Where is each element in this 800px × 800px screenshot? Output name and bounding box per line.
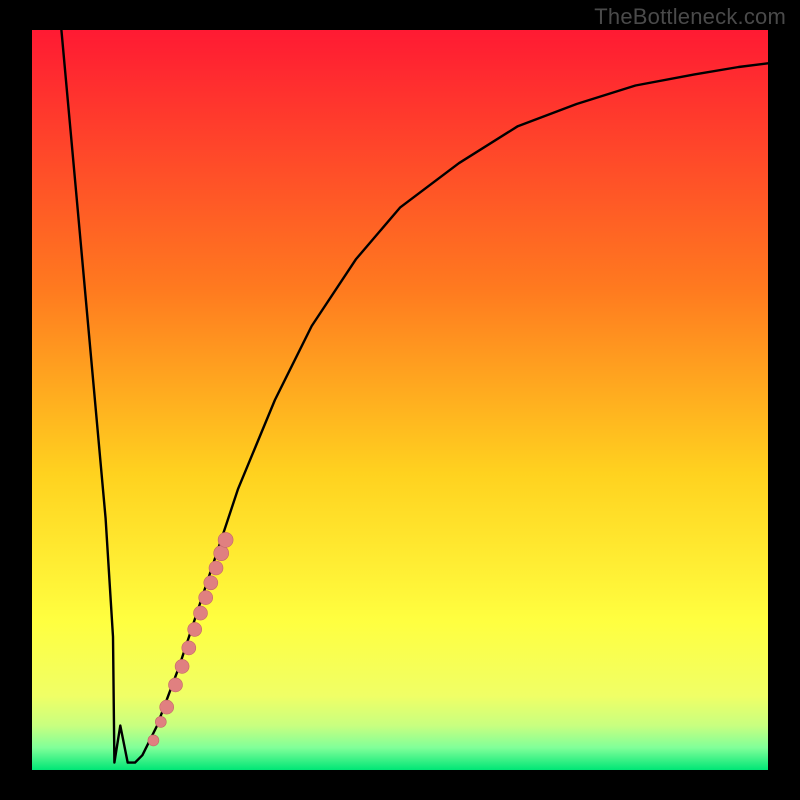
data-dot xyxy=(209,561,223,575)
watermark-text: TheBottleneck.com xyxy=(594,4,786,30)
plot-background xyxy=(32,30,768,770)
data-dot xyxy=(214,546,229,561)
data-dot xyxy=(199,591,213,605)
data-dot xyxy=(169,678,183,692)
data-dot xyxy=(188,622,202,636)
chart-stage: TheBottleneck.com xyxy=(0,0,800,800)
data-dot xyxy=(160,700,174,714)
bottleneck-chart-svg xyxy=(0,0,800,800)
data-dot xyxy=(148,735,159,746)
data-dot xyxy=(182,641,196,655)
data-dot xyxy=(155,716,166,727)
data-dot xyxy=(194,606,208,620)
data-dot xyxy=(204,576,218,590)
data-dot xyxy=(218,532,233,547)
data-dot xyxy=(175,659,189,673)
